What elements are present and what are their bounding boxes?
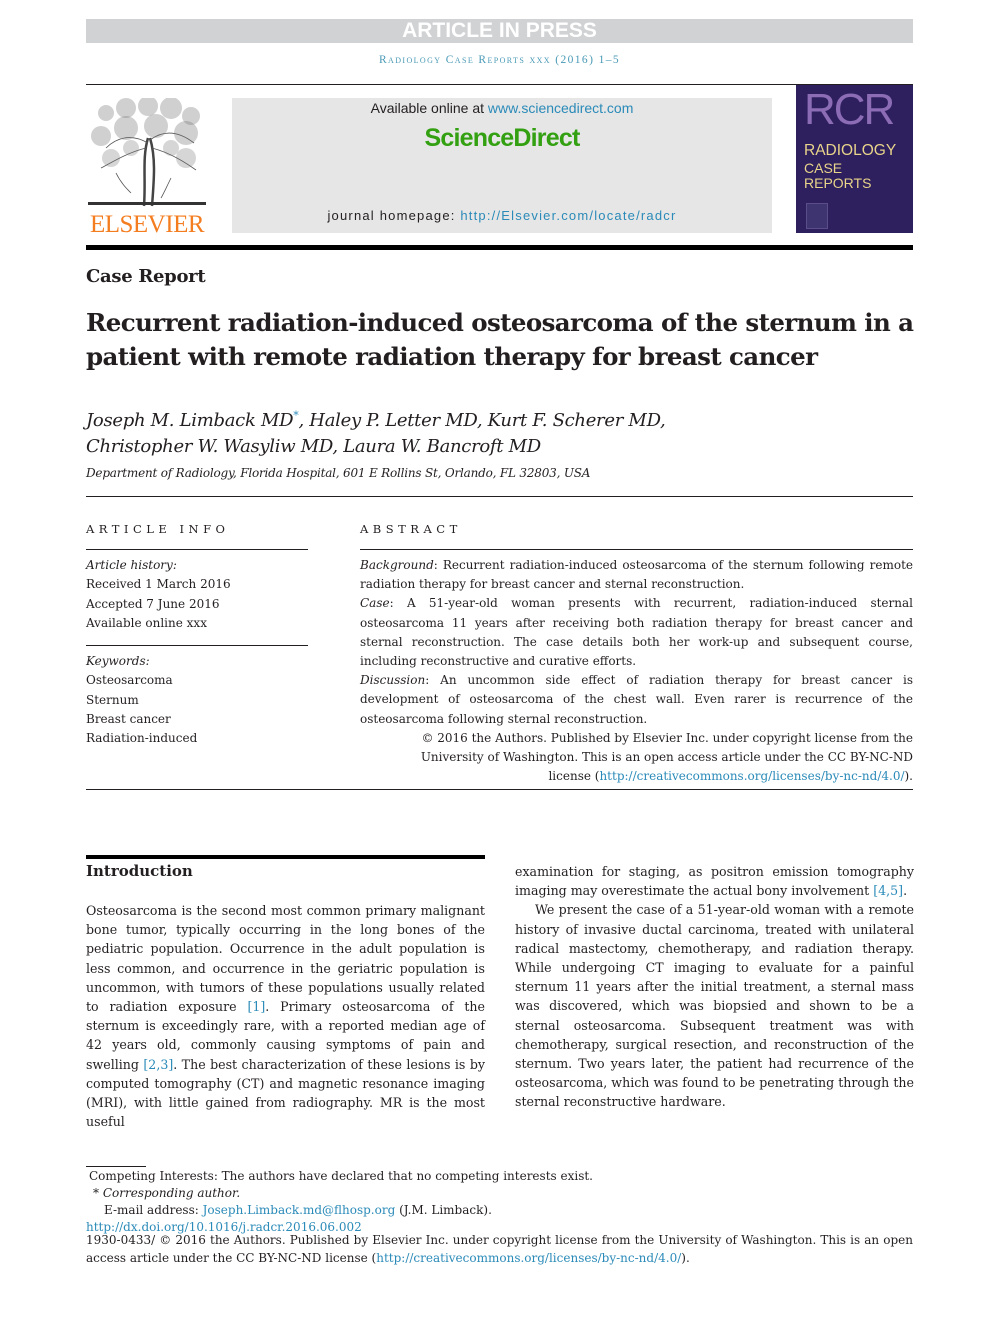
affiliation-divider <box>86 496 913 497</box>
article-in-press-banner: ARTICLE IN PRESS <box>86 19 913 43</box>
sciencedirect-link[interactable]: www.sciencedirect.com <box>488 100 634 116</box>
competing-interests-note: Competing Interests: The authors have de… <box>89 1169 593 1183</box>
introduction-heading: Introduction <box>86 862 193 880</box>
elsevier-tree-icon <box>88 96 206 207</box>
article-type: Case Report <box>86 266 206 287</box>
abstract-background: Background: Recurrent radiation-induced … <box>360 556 913 594</box>
corresponding-mark: * <box>93 1186 103 1200</box>
available-online-line: Available online at www.sciencedirect.co… <box>232 100 772 116</box>
license-link[interactable]: http://creativecommons.org/licenses/by-n… <box>599 769 904 783</box>
sciencedirect-header-box: Available online at www.sciencedirect.co… <box>232 98 772 233</box>
intro-paragraph-1: Osteosarcoma is the second most common p… <box>86 901 485 1131</box>
background-label: Background <box>360 558 434 572</box>
discussion-label: Discussion <box>360 673 426 688</box>
article-info-divider <box>86 549 308 550</box>
background-text: : Recurrent radiation-induced osteosarco… <box>360 558 913 592</box>
history-available: Available online xxx <box>86 615 207 630</box>
cover-acronym: RCR <box>804 85 895 134</box>
citation-link[interactable]: [2,3] <box>143 1057 173 1072</box>
case-text: : A 51-year-old woman presents with recu… <box>360 596 913 669</box>
keyword: Sternum <box>86 692 139 707</box>
introduction-divider <box>86 855 485 859</box>
abstract-case: Case: A 51-year-old woman presents with … <box>360 594 913 671</box>
article-history-label: Article history: <box>86 558 177 572</box>
citation-link[interactable]: [1] <box>247 999 265 1014</box>
authors-line-2: Christopher W. Wasyliw MD, Laura W. Banc… <box>86 436 541 457</box>
license-footer-end: ). <box>681 1251 690 1265</box>
intro-paragraph-1-continued: examination for staging, as positron emi… <box>515 862 914 900</box>
elsevier-emblem-icon <box>806 203 828 229</box>
email-suffix: (J.M. Limback). <box>395 1203 492 1217</box>
case-label: Case <box>360 596 390 611</box>
keywords-label: Keywords: <box>86 654 150 668</box>
journal-homepage-link[interactable]: http://Elsevier.com/locate/radcr <box>460 208 676 223</box>
author-affiliation: Department of Radiology, Florida Hospita… <box>86 466 591 480</box>
footnotes: Competing Interests: The authors have de… <box>86 1168 913 1236</box>
elsevier-logo[interactable]: ELSEVIER <box>86 96 208 238</box>
article-history: Article history: Received 1 March 2016 A… <box>86 556 308 633</box>
citation-link[interactable]: [4,5] <box>873 883 903 898</box>
sciencedirect-logo[interactable]: ScienceDirect <box>232 124 772 153</box>
keyword: Osteosarcoma <box>86 673 173 688</box>
abstract-discussion: Discussion: An uncommon side effect of r… <box>360 671 913 729</box>
abstract-bottom-divider <box>86 789 913 790</box>
history-received: Received 1 March 2016 <box>86 577 231 592</box>
authors-line-1-rest: , Haley P. Letter MD, Kurt F. Scherer MD… <box>298 410 666 431</box>
license-footer: 1930-0433/ © 2016 the Authors. Published… <box>86 1231 913 1267</box>
journal-cover-thumbnail[interactable]: RCR RADIOLOGY CASE REPORTS <box>796 85 913 233</box>
keyword: Radiation-induced <box>86 731 198 746</box>
intro-paragraph-2: We present the case of a 51-year-old wom… <box>515 902 914 1110</box>
footnote-divider <box>86 1166 146 1167</box>
body-text: Osteosarcoma is the second most common p… <box>86 903 485 1015</box>
keyword: Breast cancer <box>86 711 171 726</box>
body-column-right: examination for staging, as positron emi… <box>515 862 914 1112</box>
abstract-heading: ABSTRACT <box>360 522 462 536</box>
cover-title-line-1: RADIOLOGY <box>804 142 897 159</box>
author-list: Joseph M. Limback MD*, Haley P. Letter M… <box>86 403 866 460</box>
keywords-divider <box>86 645 308 646</box>
elsevier-wordmark: ELSEVIER <box>89 211 205 238</box>
available-online-text: Available online at <box>370 100 488 116</box>
header-bottom-divider <box>86 245 913 250</box>
email-label: E-mail address: <box>104 1203 203 1217</box>
corresponding-label: Corresponding author. <box>102 1186 241 1200</box>
discussion-text: : An uncommon side effect of radiation t… <box>360 673 913 726</box>
abstract-body: Background: Recurrent radiation-induced … <box>360 556 913 786</box>
body-text: . <box>903 883 908 899</box>
corresponding-author-note: * Corresponding author. <box>86 1185 913 1202</box>
license-footer-link[interactable]: http://creativecommons.org/licenses/by-n… <box>376 1251 681 1265</box>
abstract-copyright: © 2016 the Authors. Published by Elsevie… <box>360 729 913 787</box>
cover-title-line-3: REPORTS <box>804 175 872 191</box>
email-note: E-mail address: Joseph.Limback.md@flhosp… <box>86 1202 913 1219</box>
body-column-left: Osteosarcoma is the second most common p… <box>86 901 485 1131</box>
copyright-end: ). <box>904 769 914 784</box>
article-title: Recurrent radiation-induced osteosarcoma… <box>86 308 914 371</box>
abstract-divider <box>360 549 913 550</box>
keywords-list: Keywords: Osteosarcoma Sternum Breast ca… <box>86 652 308 748</box>
history-accepted: Accepted 7 June 2016 <box>86 596 220 611</box>
body-text: examination for staging, as positron emi… <box>515 864 914 899</box>
author-email-link[interactable]: Joseph.Limback.md@flhosp.org <box>203 1203 396 1217</box>
cover-title-line-2: CASE <box>804 160 843 176</box>
journal-homepage-label: journal homepage: <box>327 208 461 223</box>
journal-homepage-line: journal homepage: http://Elsevier.com/lo… <box>232 208 772 223</box>
header-top-divider <box>86 84 913 85</box>
journal-citation: Radiology Case Reports xxx (2016) 1–5 <box>378 54 621 66</box>
article-info-heading: ARTICLE INFO <box>86 522 230 536</box>
author-primary: Joseph M. Limback MD <box>86 410 294 431</box>
